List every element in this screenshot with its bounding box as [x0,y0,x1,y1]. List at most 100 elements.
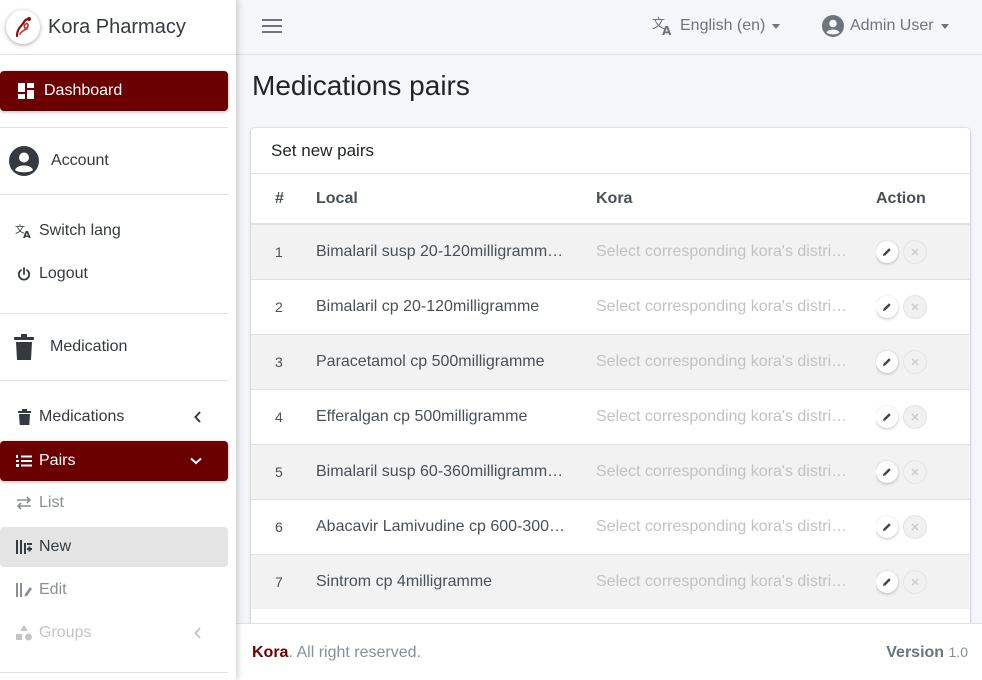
row-actions [876,223,970,279]
table-row: 7 Sintrom cp 4milligramme Select correspon… [251,553,970,609]
footer-brand-link[interactable]: Kora [252,644,288,661]
local-medication-name: Bimalaril susp 60-360milligramm… [316,443,596,499]
table-row: 6 Abacavir Lamivudine cp 600-300… Select c… [251,498,970,554]
brand-name: Kora Pharmacy [48,15,186,38]
table-row: 4 Efferalgan cp 500milligramme Select corr… [251,388,970,444]
nav-pairs-list[interactable]: List [0,486,228,520]
pairs-card: Set new pairs # Local Kora Action 1 Bimal… [251,128,970,628]
pairs-table: # Local Kora Action 1 Bimalaril susp 20-1… [251,174,970,609]
kora-select[interactable]: Select corresponding kora's distri… [596,498,876,554]
delete-x-icon[interactable] [904,240,926,263]
delete-x-icon[interactable] [904,350,926,373]
list-edit-icon [15,583,33,597]
brand-link[interactable]: Kora Pharmacy [0,0,236,55]
nav-dashboard[interactable]: Dashboard [0,71,228,111]
edit-pencil-icon[interactable] [876,515,898,538]
kora-select[interactable]: Select corresponding kora's distri… [596,278,876,334]
nav-pairs-new-label: New [39,538,72,555]
local-medication-name: Bimalaril susp 20-120milligramm… [316,223,596,279]
nav-pairs-new[interactable]: New [0,527,228,567]
footer: Kora. All right reserved. Version 1.0 [236,623,982,680]
svg-text:A: A [23,230,31,239]
delete-x-icon[interactable] [904,405,926,428]
list-new-icon [15,540,33,554]
nav-groups[interactable]: Groups [0,616,228,650]
chevron-left-icon [194,627,202,639]
edit-pencil-icon[interactable] [876,240,898,263]
shapes-icon [15,625,33,641]
row-number: 3 [251,333,316,389]
row-actions [876,333,970,389]
row-actions [876,443,970,499]
sidebar-divider [0,127,228,128]
caret-down-icon [940,23,949,29]
local-medication-name: Bimalaril cp 20-120milligramme [316,278,596,334]
nav-pairs-edit[interactable]: Edit [0,573,228,607]
sidebar-divider [0,380,228,381]
svg-text:A: A [662,24,672,37]
card-title: Set new pairs [251,128,970,174]
edit-pencil-icon[interactable] [876,350,898,373]
swap-arrows-icon [15,496,33,510]
column-header-local: Local [316,174,596,225]
brand-logo-icon [6,10,40,44]
row-number: 5 [251,443,316,499]
edit-pencil-icon[interactable] [876,405,898,428]
kora-select[interactable]: Select corresponding kora's distri… [596,223,876,279]
edit-pencil-icon[interactable] [876,460,898,483]
user-avatar-icon [822,15,844,37]
chevron-left-icon [194,411,202,423]
language-dropdown[interactable]: 文A English (en) [652,15,781,37]
nav-logout-label: Logout [39,265,88,282]
nav-logout[interactable]: Logout [0,257,228,291]
kora-select[interactable]: Select corresponding kora's distri… [596,388,876,444]
edit-pencil-icon[interactable] [876,295,898,318]
row-actions [876,553,970,609]
nav-switch-lang-label: Switch lang [39,222,121,239]
row-actions [876,278,970,334]
footer-copyright: Kora. All right reserved. [252,644,421,662]
nav-switch-lang[interactable]: 文A Switch lang [0,214,228,248]
local-medication-name: Sintrom cp 4milligramme [316,553,596,609]
column-header-kora: Kora [596,174,876,225]
user-dropdown[interactable]: Admin User [822,15,949,37]
nav-pairs-edit-label: Edit [39,581,67,598]
sidebar: Kora Pharmacy Dashboard Account 文A Switc… [0,0,236,680]
local-medication-name: Paracetamol cp 500milligramme [316,333,596,389]
sidebar-divider [0,672,228,673]
edit-pencil-icon[interactable] [876,570,898,593]
delete-x-icon[interactable] [904,460,926,483]
version-number: 1.0 [948,644,968,660]
delete-x-icon[interactable] [904,295,926,318]
table-row: 2 Bimalaril cp 20-120milligramme Select co… [251,278,970,334]
menu-toggle-icon[interactable] [262,18,282,39]
nav-medications[interactable]: Medications [0,400,228,434]
delete-x-icon[interactable] [904,515,926,538]
nav-medication[interactable]: Medication [0,330,228,364]
table-header-row: # Local Kora Action [251,174,970,225]
column-header-number: # [251,174,316,225]
column-header-action: Action [876,174,970,225]
nav-pairs[interactable]: Pairs [0,441,228,481]
nav-medications-label: Medications [39,408,125,425]
user-name: Admin User [850,17,934,34]
nav-pairs-list-label: List [39,494,64,511]
page-title: Medications pairs [252,70,470,101]
row-number: 7 [251,553,316,609]
trash-icon [14,334,34,360]
row-number: 6 [251,498,316,554]
kora-select[interactable]: Select corresponding kora's distri… [596,443,876,499]
table-row: 3 Paracetamol cp 500milligramme Select cor… [251,333,970,389]
delete-x-icon[interactable] [904,570,926,593]
kora-select[interactable]: Select corresponding kora's distri… [596,553,876,609]
trash-icon [15,409,33,425]
table-row: 5 Bimalaril susp 60-360milligramm… Select … [251,443,970,499]
dashboard-icon [16,83,36,99]
language-label: English (en) [680,17,766,34]
account-circle-icon [9,146,39,176]
nav-account[interactable]: Account [0,143,228,179]
top-navbar: 文A English (en) Admin User [236,0,982,55]
kora-select[interactable]: Select corresponding kora's distri… [596,333,876,389]
chevron-down-icon [190,457,202,465]
table-row: 1 Bimalaril susp 20-120milligramm… Select … [251,223,970,279]
